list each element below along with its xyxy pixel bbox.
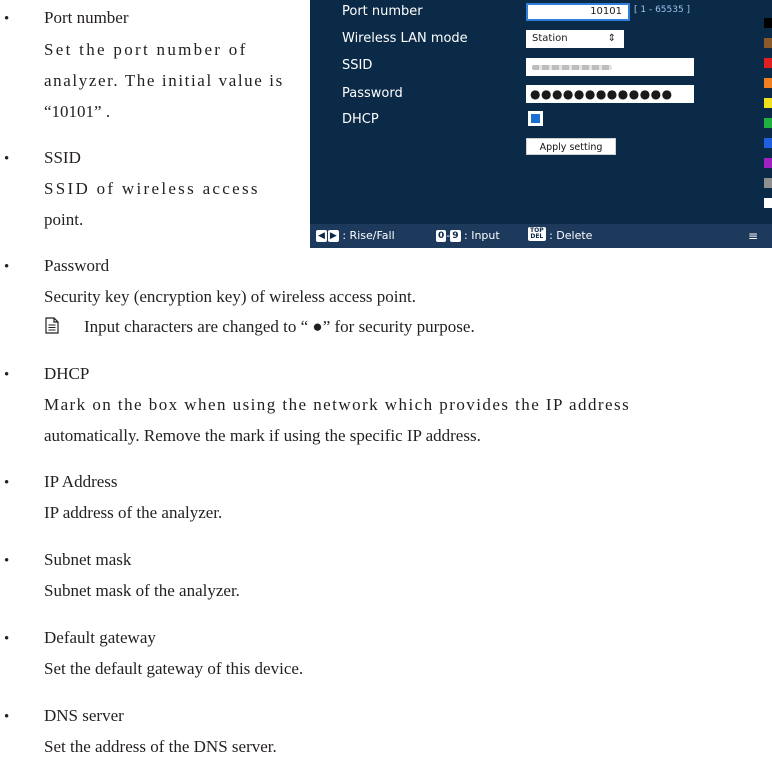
- item-desc: Set the address of the DNS server.: [44, 737, 277, 756]
- rise-fall-text: : Rise/Fall: [342, 229, 395, 242]
- right-arrow-key-icon: ▶: [327, 230, 339, 242]
- item-desc: automatically. Remove the mark if using …: [44, 426, 481, 445]
- color-swatch: [764, 198, 772, 208]
- wlan-mode-value: Station: [532, 33, 568, 44]
- bullet: •: [4, 709, 10, 725]
- item-desc: Set the default gateway of this device.: [44, 659, 304, 678]
- password-input[interactable]: ●●●●●●●●●●●●●: [526, 85, 694, 103]
- item-title-subnet-mask: Subnet mask: [44, 550, 132, 569]
- item-desc: analyzer. The initial value is: [44, 71, 284, 90]
- wlan-mode-select[interactable]: Station ⇕: [526, 30, 624, 48]
- item-title-port-number: Port number: [44, 8, 129, 27]
- updown-caret-icon: ⇕: [607, 33, 616, 44]
- input-text: : Input: [464, 229, 500, 242]
- item-desc: “10101” .: [44, 102, 111, 121]
- color-swatch: [764, 138, 772, 148]
- bullet: •: [4, 259, 10, 275]
- color-swatch: [764, 158, 772, 168]
- item-desc: IP address of the analyzer.: [44, 503, 223, 522]
- key-9-icon: 9: [450, 230, 461, 242]
- menu-icon[interactable]: ≡: [748, 224, 758, 248]
- ssid-redacted-value: [532, 65, 612, 70]
- item-title-dhcp: DHCP: [44, 364, 90, 383]
- color-swatch: [764, 78, 772, 88]
- delete-text: : Delete: [549, 229, 593, 242]
- color-swatch: [764, 58, 772, 68]
- item-title-ssid: SSID: [44, 148, 81, 167]
- note-text: Input characters are changed to “ ●” for…: [84, 317, 475, 336]
- password-label: Password: [342, 86, 403, 101]
- bullet: •: [4, 367, 10, 383]
- status-bar: ◀ ▶ : Rise/Fall 0-9 : Input TOP DEL : Dele…: [310, 224, 772, 248]
- input-hint: 0-9 : Input: [436, 229, 500, 242]
- color-swatch: [764, 178, 772, 188]
- top-del-key-icon: TOP DEL: [528, 227, 546, 241]
- wlan-settings-screen: Port number 10101 [ 1 - 65535 ] Wireless…: [310, 0, 772, 248]
- port-number-label: Port number: [342, 4, 423, 19]
- item-title-ip-address: IP Address: [44, 472, 118, 491]
- bullet: •: [4, 151, 10, 167]
- item-desc: Security key (encryption key) of wireles…: [44, 287, 416, 306]
- item-desc: point.: [44, 210, 84, 229]
- color-swatch: [764, 98, 772, 108]
- item-desc: Subnet mask of the analyzer.: [44, 581, 240, 600]
- color-swatch: [764, 118, 772, 128]
- left-arrow-key-icon: ◀: [316, 230, 327, 242]
- delete-hint: TOP DEL : Delete: [528, 224, 592, 248]
- color-swatch: [764, 38, 772, 48]
- item-title-default-gateway: Default gateway: [44, 628, 156, 647]
- ssid-label: SSID: [342, 58, 373, 73]
- apply-setting-button[interactable]: Apply setting: [526, 138, 616, 155]
- color-swatch: [764, 18, 772, 28]
- item-desc: Mark on the box when using the network w…: [44, 395, 631, 414]
- dhcp-label: DHCP: [342, 112, 379, 127]
- top-del-key-bottom: DEL: [530, 233, 544, 240]
- item-desc: Set the port number of: [44, 40, 248, 59]
- item-title-password: Password: [44, 256, 110, 275]
- item-desc: SSID of wireless access: [44, 179, 260, 198]
- dhcp-checkbox[interactable]: [528, 111, 543, 126]
- bullet: •: [4, 475, 10, 491]
- port-range-hint: [ 1 - 65535 ]: [634, 5, 691, 15]
- note-icon: [45, 317, 59, 334]
- port-number-input[interactable]: 10101: [526, 3, 630, 21]
- wlan-mode-label: Wireless LAN mode: [342, 31, 468, 46]
- item-title-dns-server: DNS server: [44, 706, 124, 725]
- bullet: •: [4, 553, 10, 569]
- bullet: •: [4, 631, 10, 647]
- rise-fall-hint: ◀ ▶ : Rise/Fall: [316, 224, 395, 248]
- bullet: •: [4, 11, 10, 27]
- ssid-input[interactable]: [526, 58, 694, 76]
- key-0-icon: 0: [436, 230, 447, 242]
- color-strip: [764, 18, 772, 218]
